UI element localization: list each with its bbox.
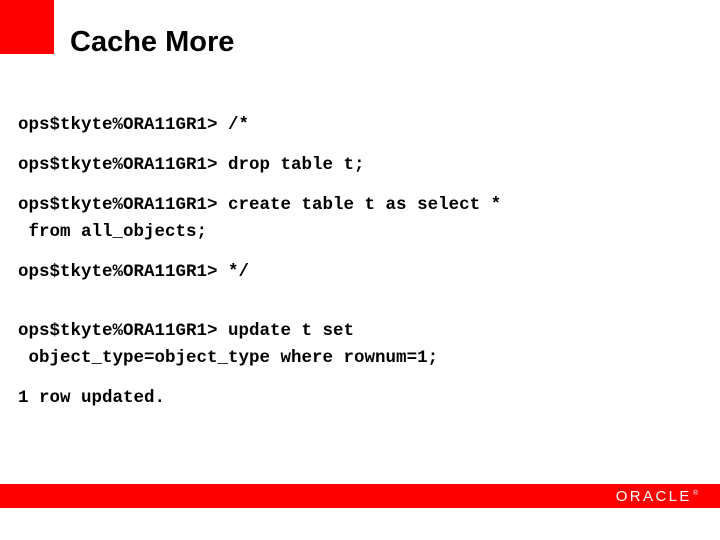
page-title: Cache More — [70, 26, 235, 58]
slide: Cache More ops$tkyte%ORA11GR1> /* ops$tky… — [0, 0, 720, 540]
console-block-drop-table: ops$tkyte%ORA11GR1> drop table t; — [18, 152, 708, 179]
console-block-update-result: 1 row updated. — [18, 385, 708, 412]
console-line: 1 row updated. — [18, 388, 166, 408]
console-block-comment-open: ops$tkyte%ORA11GR1> /* — [18, 112, 708, 139]
footer-accent-bar — [0, 484, 720, 508]
header-accent-block — [0, 0, 54, 54]
oracle-logo-trademark-icon: ® — [692, 489, 698, 497]
console-line: ops$tkyte%ORA11GR1> create table t as se… — [18, 195, 502, 215]
console-line: from all_objects; — [18, 222, 208, 242]
oracle-logo: ORACLE ® — [616, 486, 698, 506]
terminal-transcript: ops$tkyte%ORA11GR1> /* ops$tkyte%ORA11GR1… — [18, 112, 708, 425]
console-line: ops$tkyte%ORA11GR1> */ — [18, 262, 250, 282]
console-line: ops$tkyte%ORA11GR1> update t set — [18, 321, 355, 341]
oracle-logo-text: ORACLE — [615, 487, 692, 505]
console-block-comment-close: ops$tkyte%ORA11GR1> */ — [18, 259, 708, 286]
console-line: ops$tkyte%ORA11GR1> /* — [18, 115, 250, 135]
console-line: object_type=object_type where rownum=1; — [18, 348, 439, 368]
console-line: ops$tkyte%ORA11GR1> drop table t; — [18, 155, 365, 175]
console-block-update-statement: ops$tkyte%ORA11GR1> update t set object_… — [18, 318, 708, 372]
console-block-create-table: ops$tkyte%ORA11GR1> create table t as se… — [18, 192, 708, 246]
